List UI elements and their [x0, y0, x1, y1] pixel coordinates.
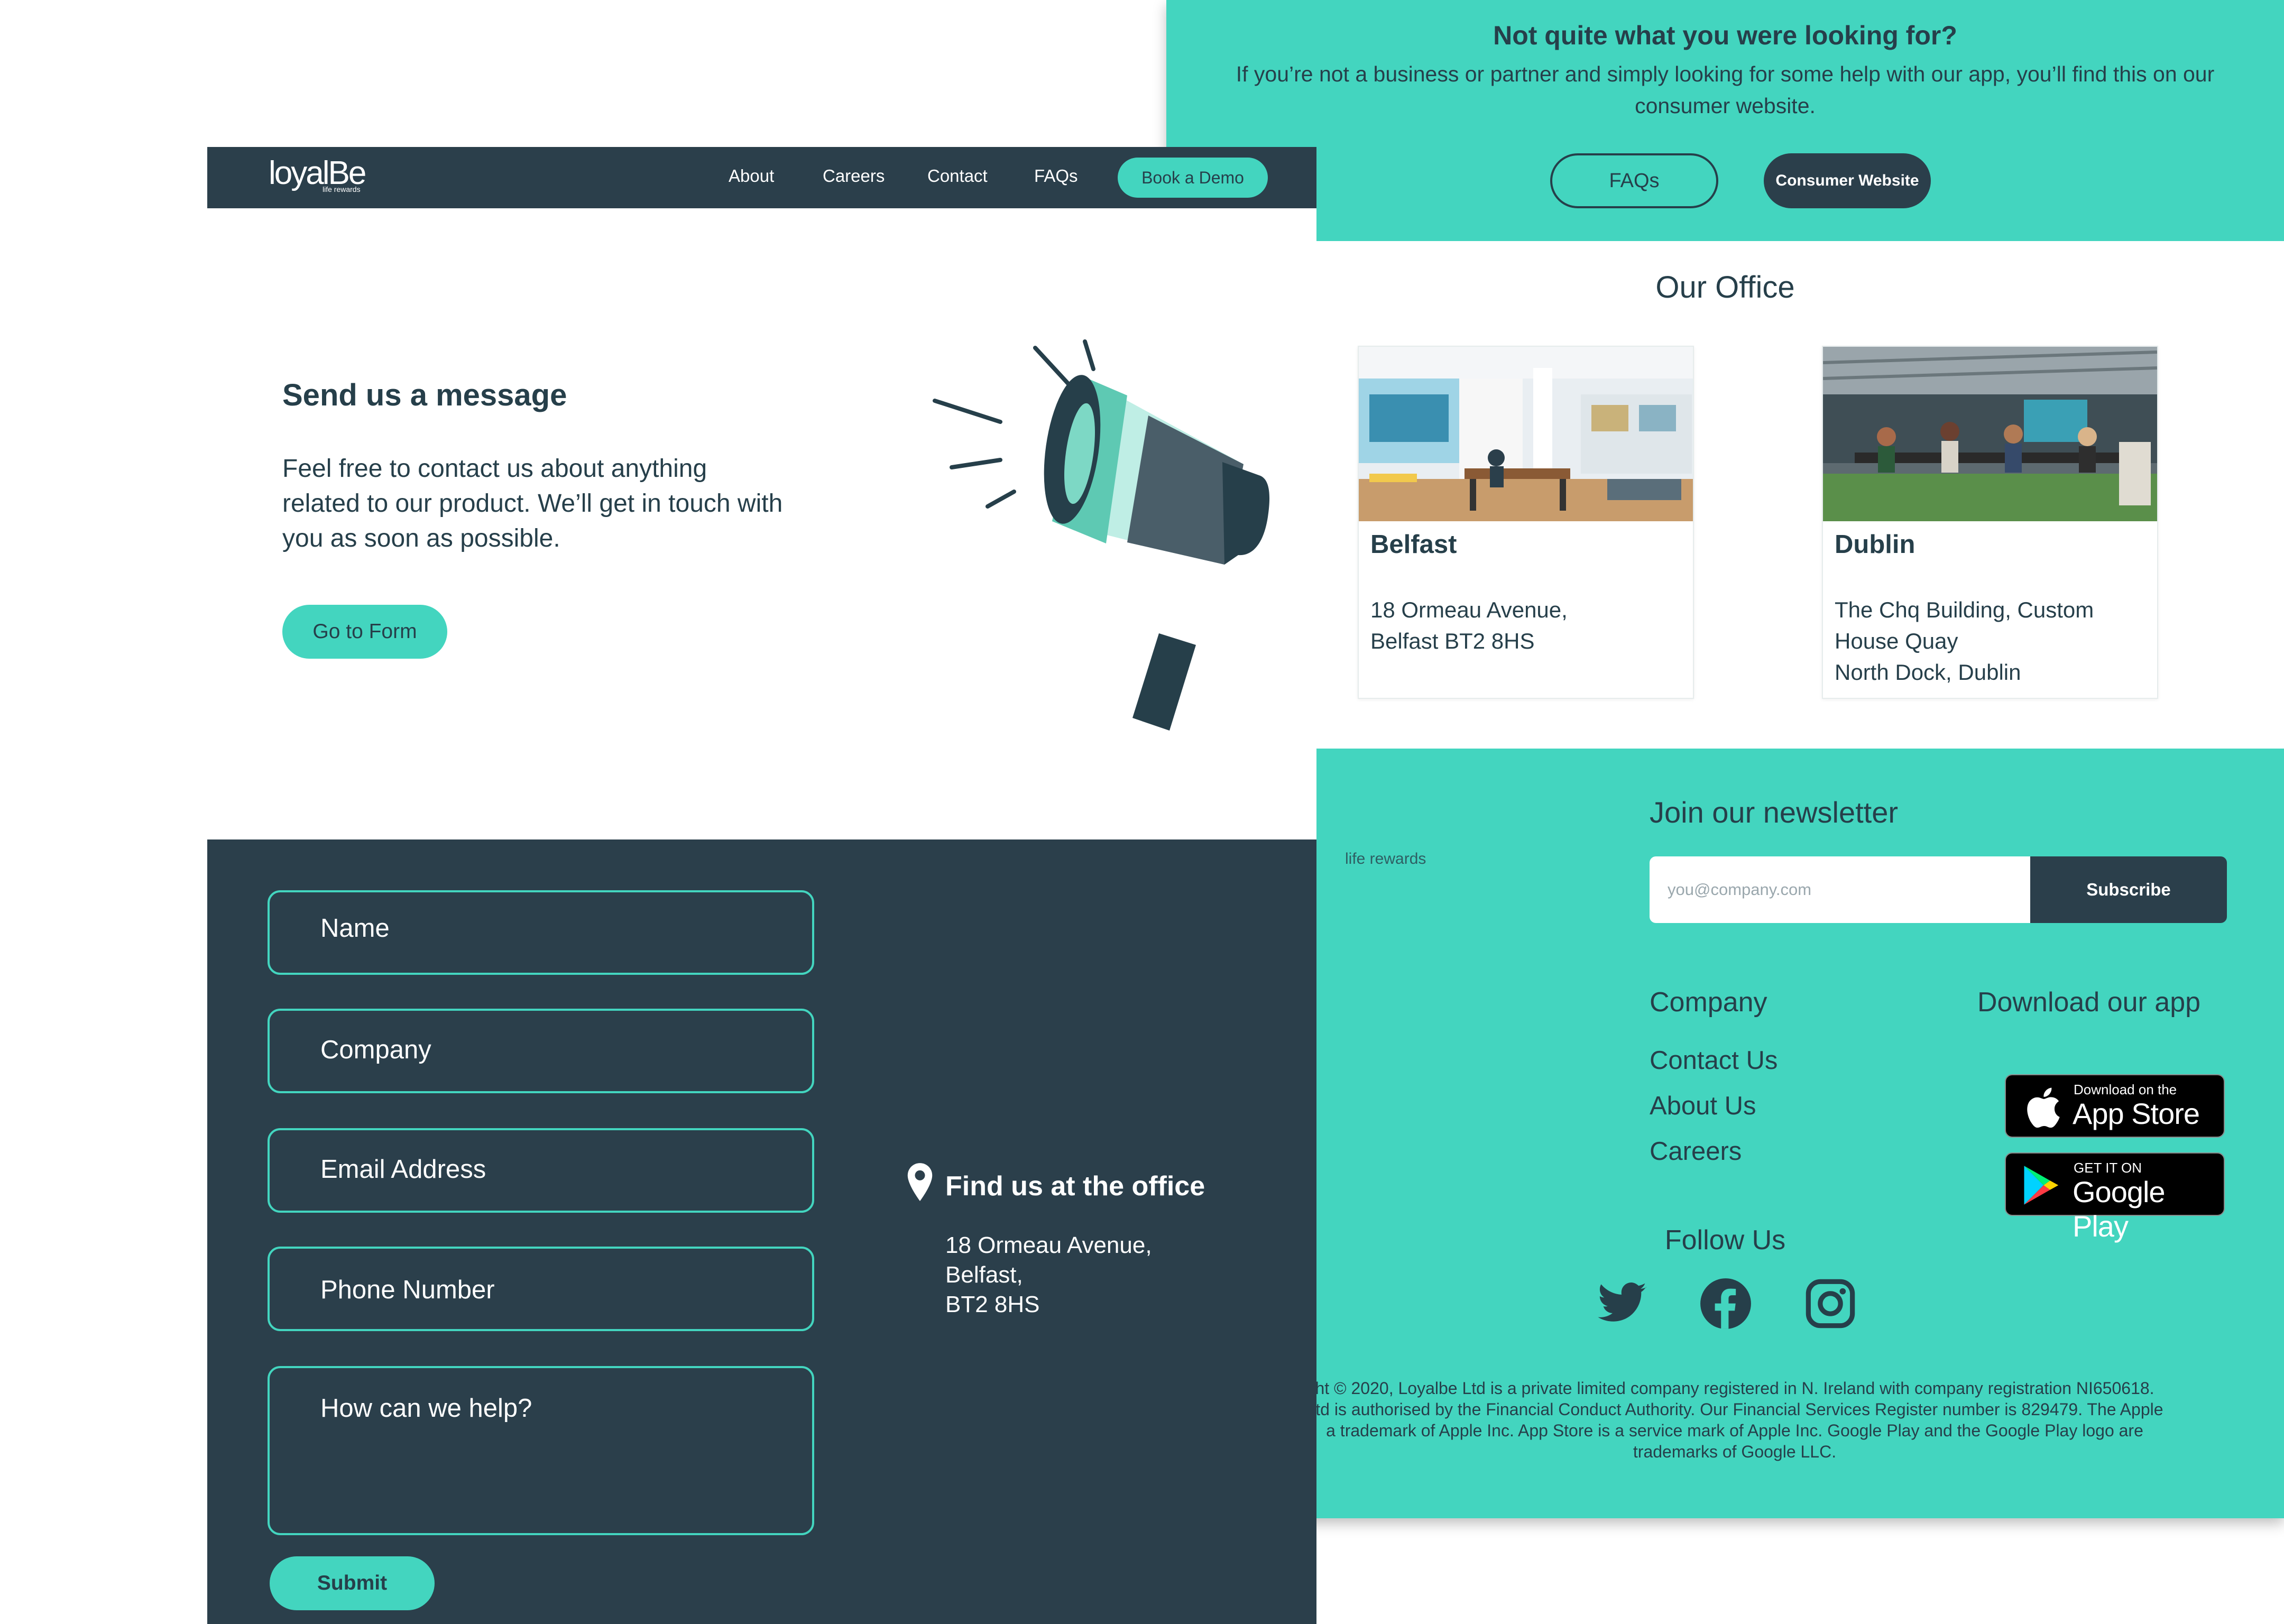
office-name: Dublin — [1835, 530, 1915, 559]
company-field[interactable]: Company — [268, 1009, 814, 1093]
instagram-icon[interactable] — [1804, 1277, 1857, 1330]
about-us-link[interactable]: About Us — [1650, 1091, 1756, 1121]
google-play-badge[interactable]: GET IT ON Google Play — [2005, 1152, 2225, 1243]
nav-contact-link[interactable]: Contact — [927, 166, 988, 186]
newsletter-email-input[interactable]: you@company.com — [1650, 856, 2030, 923]
address-line: Belfast BT2 8HS — [1370, 629, 1535, 653]
contact-us-link[interactable]: Contact Us — [1650, 1046, 1778, 1075]
nav-careers-link[interactable]: Careers — [823, 166, 885, 186]
newsletter-title: Join our newsletter — [1650, 796, 1899, 829]
google-play-icon — [2024, 1166, 2059, 1205]
copyright-line: a trademark of Apple Inc. App Store is a… — [1326, 1421, 2143, 1440]
address-line: 18 Ormeau Avenue, — [945, 1232, 1152, 1258]
name-field[interactable]: Name — [268, 890, 814, 975]
nav-faqs-link[interactable]: FAQs — [1034, 166, 1078, 186]
contact-form-section: Name Company Email Address Phone Number … — [207, 839, 1316, 1624]
app-store-badge[interactable]: Download on the App Store — [2005, 1074, 2225, 1138]
message-text: Feel free to contact us about anything r… — [282, 455, 783, 552]
office-card-belfast: Belfast 18 Ormeau Avenue, Belfast BT2 8H… — [1358, 346, 1694, 699]
google-play-caption: GET IT ON — [2074, 1160, 2142, 1176]
dublin-office-photo — [1823, 347, 2157, 521]
footer-logo-tagline: life rewards — [1345, 850, 1426, 868]
megaphone-icon — [933, 339, 1270, 731]
location-pin-icon — [907, 1163, 933, 1201]
address-line: 18 Ormeau Avenue, — [1370, 597, 1568, 622]
consumer-banner: Not quite what you were looking for? If … — [1166, 0, 2284, 241]
contact-page: loyalBe life rewards About Careers Conta… — [207, 147, 1316, 1624]
book-demo-button[interactable]: Book a Demo — [1118, 158, 1268, 198]
email-field[interactable]: Email Address — [268, 1128, 814, 1213]
copyright-line: trademarks of Google LLC. — [1633, 1442, 1837, 1461]
logo-tagline: life rewards — [323, 185, 361, 193]
download-app-heading: Download our app — [1977, 987, 2201, 1018]
address-line: North Dock, Dublin — [1835, 660, 2021, 685]
app-store-caption: Download on the — [2074, 1082, 2177, 1097]
office-address: 18 Ormeau Avenue, Belfast BT2 8HS — [1370, 594, 1568, 657]
address-line: House Quay — [1835, 629, 1958, 653]
facebook-icon[interactable] — [1699, 1277, 1752, 1330]
apple-icon — [2027, 1087, 2060, 1128]
company-heading: Company — [1650, 987, 1767, 1018]
office-address: The Chq Building, Custom House Quay Nort… — [1835, 594, 2094, 688]
message-title: Send us a message — [282, 378, 567, 412]
message-textarea[interactable]: How can we help? — [268, 1366, 814, 1535]
submit-button[interactable]: Submit — [270, 1556, 435, 1610]
site-footer: alBe life rewards Join our newsletter yo… — [1166, 749, 2284, 1518]
twitter-icon[interactable] — [1596, 1277, 1648, 1330]
top-nav: loyalBe life rewards About Careers Conta… — [207, 147, 1316, 208]
office-title: Our Office — [1655, 270, 1795, 304]
address-line: BT2 8HS — [945, 1291, 1040, 1317]
find-office-title: Find us at the office — [945, 1171, 1205, 1202]
subscribe-button[interactable]: Subscribe — [2030, 856, 2227, 923]
banner-title: Not quite what you were looking for? — [1493, 21, 1957, 50]
consumer-website-button[interactable]: Consumer Website — [1764, 153, 1931, 208]
belfast-office-photo — [1359, 347, 1693, 521]
copyright-line: ht © 2020, Loyalbe Ltd is a private limi… — [1315, 1379, 2154, 1398]
copyright-notice: ht © 2020, Loyalbe Ltd is a private limi… — [1198, 1378, 2271, 1462]
find-office-address: 18 Ormeau Avenue, Belfast, BT2 8HS — [945, 1231, 1152, 1320]
copyright-line: Ltd is authorised by the Financial Condu… — [1306, 1400, 2163, 1419]
go-to-form-button[interactable]: Go to Form — [282, 605, 447, 659]
address-line: The Chq Building, Custom — [1835, 597, 2094, 622]
careers-link[interactable]: Careers — [1650, 1137, 1742, 1166]
banner-text: If you’re not a business or partner and … — [1236, 62, 2215, 118]
faqs-button[interactable]: FAQs — [1550, 153, 1718, 208]
follow-us-heading: Follow Us — [1664, 1225, 1786, 1256]
office-name: Belfast — [1370, 530, 1457, 559]
app-store-label: App Store — [2073, 1097, 2200, 1130]
nav-about-link[interactable]: About — [729, 166, 774, 186]
address-line: Belfast, — [945, 1262, 1023, 1288]
phone-field[interactable]: Phone Number — [268, 1247, 814, 1331]
consumer-page: Not quite what you were looking for? If … — [1166, 0, 2284, 1518]
office-card-dublin: Dublin The Chq Building, Custom House Qu… — [1822, 346, 2158, 699]
